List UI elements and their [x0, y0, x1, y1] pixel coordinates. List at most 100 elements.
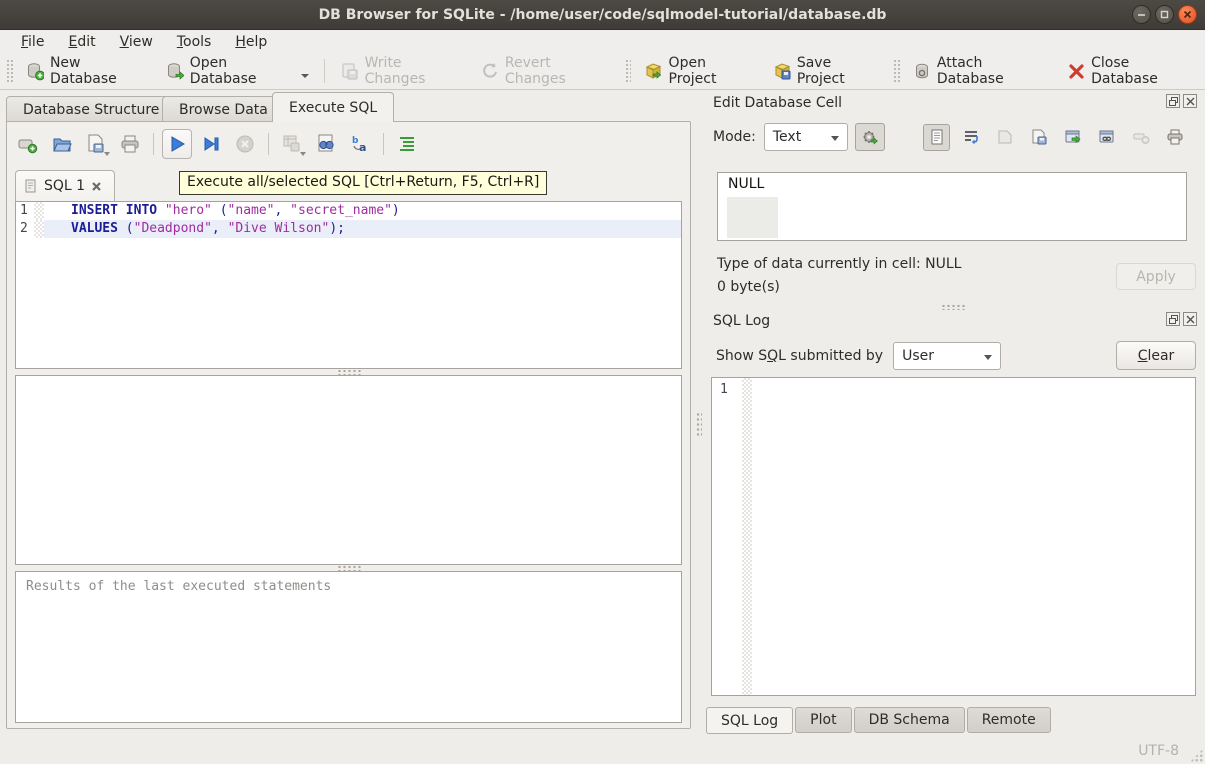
execute-sql-icon	[166, 133, 188, 155]
minimize-button[interactable]	[1132, 5, 1151, 24]
auto-mode-button[interactable]	[855, 123, 885, 151]
toolbar-separator	[383, 133, 384, 155]
print-button[interactable]	[115, 129, 145, 159]
menu-view[interactable]: View	[109, 32, 164, 52]
menu-edit[interactable]: Edit	[57, 32, 106, 52]
results-messages[interactable]: Results of the last executed statements	[15, 571, 682, 723]
word-wrap-icon	[962, 128, 980, 146]
menu-help[interactable]: Help	[224, 32, 278, 52]
sql-document-tab[interactable]: SQL 1	[15, 170, 115, 201]
menu-tools[interactable]: Tools	[166, 32, 223, 52]
maximize-button[interactable]	[1155, 5, 1174, 24]
dock-close-button[interactable]	[1183, 312, 1197, 326]
mode-select[interactable]: Text	[764, 123, 848, 151]
toolbar-grip[interactable]	[625, 59, 632, 83]
link-button[interactable]	[1093, 124, 1120, 151]
open-sql-file-button[interactable]	[47, 129, 77, 159]
open-database-button[interactable]: Open Database	[157, 50, 319, 92]
word-wrap-button[interactable]	[957, 124, 984, 151]
sql-log-dock-header: SQL Log	[706, 312, 1199, 330]
import-data-button	[991, 124, 1018, 151]
status-bar: UTF-8	[0, 735, 1205, 764]
tab-browse-data[interactable]: Browse Data	[162, 96, 285, 122]
format-sql-button[interactable]	[392, 129, 422, 159]
save-project-icon	[773, 62, 791, 81]
open-database-dropdown-icon[interactable]	[301, 74, 309, 78]
right-dock-area: Edit Database Cell Mode: Text	[706, 90, 1199, 736]
open-database-icon	[166, 62, 184, 81]
dock-tab-sql-log[interactable]: SQL Log	[706, 707, 793, 734]
save-sql-dropdown-icon[interactable]	[104, 152, 110, 156]
clear-log-button[interactable]: Clear	[1116, 341, 1196, 370]
dock-close-button[interactable]	[1183, 94, 1197, 108]
find-button[interactable]	[311, 129, 341, 159]
encoding-indicator[interactable]: UTF-8	[1138, 743, 1179, 759]
tab-database-structure[interactable]: Database Structure	[6, 96, 176, 122]
open-project-button[interactable]: Open Project	[635, 50, 763, 92]
toolbar-separator	[324, 59, 325, 83]
toolbar-separator	[268, 133, 269, 155]
sql-code-editor[interactable]: 1 INSERT INTO "hero" ("name", "secret_na…	[15, 201, 682, 369]
dock-close-icon	[1186, 315, 1195, 324]
cell-toolbar	[923, 122, 1188, 152]
close-tab-icon[interactable]	[91, 181, 102, 192]
set-null-button	[1127, 124, 1154, 151]
toolbar-grip[interactable]	[6, 59, 13, 83]
dock-float-button[interactable]	[1166, 312, 1180, 326]
text-mode-button[interactable]	[923, 124, 950, 151]
import-icon	[996, 128, 1014, 146]
code-line-2: 2 VALUES ("Deadpond", "Dive Wilson");	[16, 220, 681, 238]
open-sql-file-icon	[51, 133, 73, 155]
cell-mode-row: Mode: Text	[713, 122, 1193, 152]
dock-tab-plot[interactable]: Plot	[795, 707, 851, 733]
sql-log-view[interactable]: 1	[711, 377, 1196, 696]
attach-database-icon	[913, 62, 931, 81]
cell-value-editor[interactable]: NULL	[717, 172, 1187, 241]
new-database-button[interactable]: New Database	[17, 50, 157, 92]
execute-sql-button[interactable]	[162, 129, 192, 159]
apply-button: Apply	[1116, 263, 1196, 290]
save-sql-file-button[interactable]	[81, 129, 111, 159]
link-icon	[1098, 128, 1116, 146]
svg-text:b: b	[352, 136, 359, 146]
tab-execute-sql[interactable]: Execute SQL	[272, 92, 394, 122]
toolbar-separator	[153, 133, 154, 155]
execute-current-line-button[interactable]	[196, 129, 226, 159]
replace-icon: b a	[349, 133, 371, 155]
line-number: 1	[16, 202, 34, 220]
chevron-down-icon	[984, 355, 992, 360]
toolbar-grip[interactable]	[893, 59, 900, 83]
cell-editor-margin	[727, 197, 778, 238]
window-controls	[1132, 5, 1197, 24]
print-cell-button[interactable]	[1161, 124, 1188, 151]
write-changes-button: Write Changes	[331, 50, 471, 92]
new-sql-tab-button[interactable]	[13, 129, 43, 159]
mode-label: Mode:	[713, 129, 756, 145]
results-grid[interactable]	[15, 375, 682, 565]
attach-database-button[interactable]: Attach Database	[904, 50, 1058, 92]
menu-file[interactable]: File	[10, 32, 55, 52]
close-database-button[interactable]: Close Database	[1058, 50, 1205, 92]
close-button[interactable]	[1178, 5, 1197, 24]
execute-sql-panel: b a SQL 1 Execute all/selected SQL [Ctrl…	[6, 121, 691, 729]
replace-button[interactable]: b a	[345, 129, 375, 159]
dock-tab-db-schema[interactable]: DB Schema	[854, 707, 965, 733]
gear-icon	[861, 128, 879, 146]
close-database-icon	[1067, 62, 1085, 81]
dock-splitter[interactable]	[706, 303, 1199, 311]
log-filter-select[interactable]: User	[893, 342, 1001, 370]
save-project-button[interactable]: Save Project	[764, 50, 889, 92]
line-number: 1	[712, 378, 742, 695]
new-database-icon	[26, 62, 44, 81]
resize-grip-icon[interactable]	[1190, 749, 1203, 762]
open-external-button[interactable]	[1059, 124, 1086, 151]
export-data-button[interactable]	[1025, 124, 1052, 151]
dock-tab-remote[interactable]: Remote	[967, 707, 1051, 733]
window-title: DB Browser for SQLite - /home/user/code/…	[319, 7, 887, 23]
chevron-down-icon	[831, 136, 839, 141]
new-sql-tab-icon	[17, 133, 39, 155]
fold-margin	[34, 220, 44, 238]
document-icon	[928, 128, 946, 146]
dock-float-button[interactable]	[1166, 94, 1180, 108]
vertical-splitter[interactable]	[692, 121, 706, 729]
